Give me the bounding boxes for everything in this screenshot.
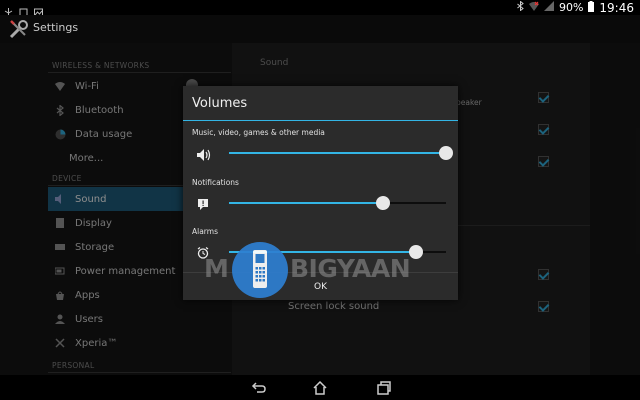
- watermark-prefix: M: [204, 254, 229, 283]
- media-volume-slider[interactable]: [229, 146, 453, 160]
- slider-thumb[interactable]: [439, 146, 453, 160]
- action-bar: Settings: [0, 15, 640, 43]
- dialog-title-divider: [183, 120, 458, 121]
- clock: 19:46: [599, 0, 634, 15]
- notification-icons: [4, 2, 43, 17]
- alarms-volume-label: Alarms: [192, 227, 218, 236]
- watermark: M BIGYAAN: [204, 240, 464, 300]
- home-icon[interactable]: [311, 379, 329, 397]
- media-volume-label: Music, video, games & other media: [192, 128, 325, 137]
- signal-icon: [543, 1, 554, 14]
- system-navigation-bar: [0, 375, 640, 400]
- speaker-icon: [197, 146, 211, 161]
- dialog-title: Volumes: [192, 96, 248, 111]
- battery-icon: [588, 0, 595, 15]
- image-icon: [34, 2, 43, 17]
- notifications-volume-label: Notifications: [192, 178, 239, 187]
- wifi-off-icon: [528, 1, 539, 14]
- slider-thumb[interactable]: [376, 196, 391, 210]
- bluetooth-icon: [517, 0, 524, 14]
- back-icon[interactable]: [249, 379, 267, 397]
- recent-apps-icon[interactable]: [375, 379, 393, 397]
- watermark-text: BIGYAAN: [290, 254, 411, 283]
- slider-fill: [229, 152, 446, 154]
- slider-fill: [229, 202, 384, 204]
- usb-icon: [4, 2, 13, 17]
- notification-icon: [197, 195, 211, 210]
- debug-icon: [19, 2, 28, 17]
- watermark-logo: [232, 242, 288, 298]
- settings-wrench-icon[interactable]: [8, 18, 30, 40]
- notifications-volume-slider[interactable]: [229, 196, 446, 210]
- status-bar: 90% 19:46: [0, 0, 640, 17]
- battery-percent: 90%: [558, 1, 584, 14]
- app-title: Settings: [33, 21, 79, 34]
